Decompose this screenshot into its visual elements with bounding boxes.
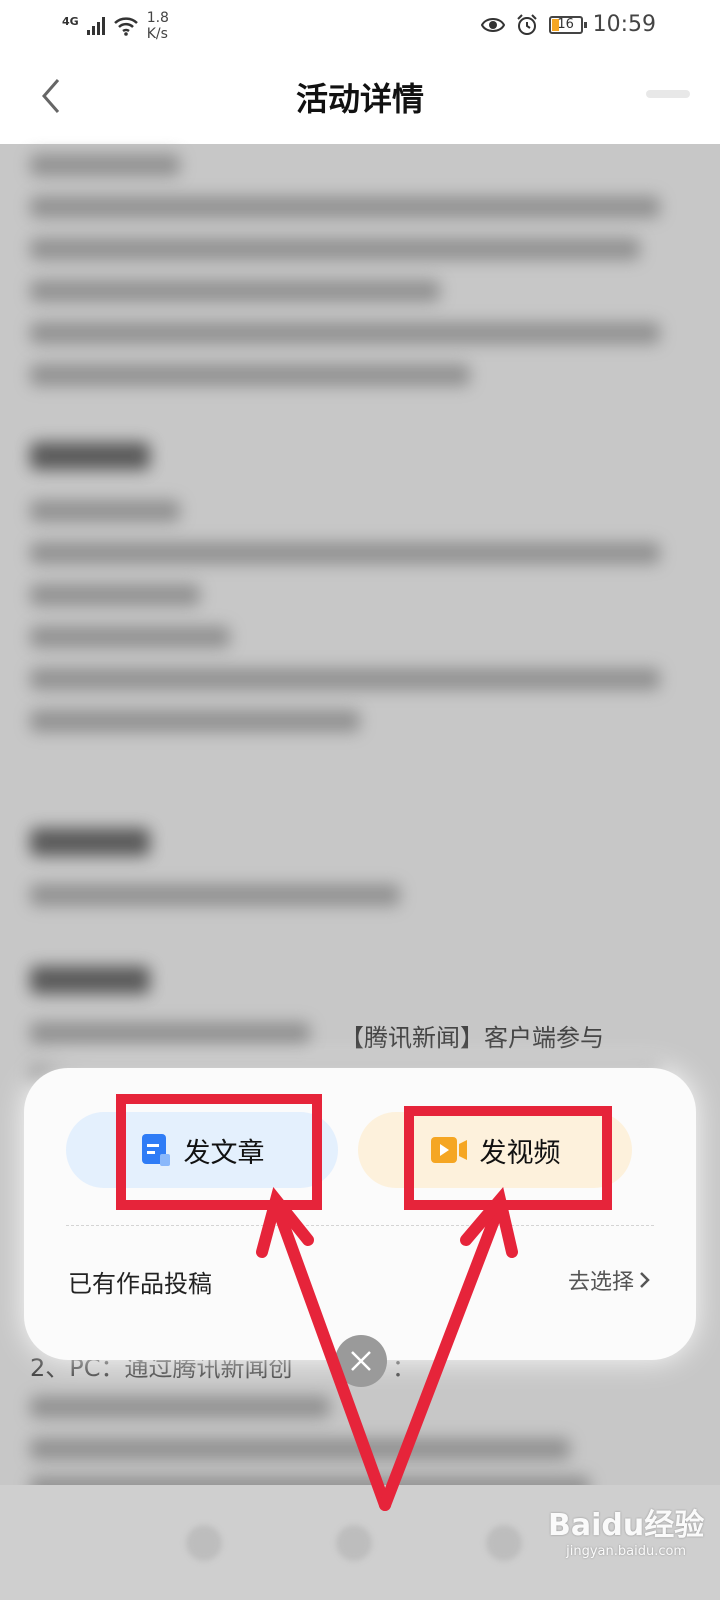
nav-recents-icon[interactable] [486, 1525, 522, 1561]
speed-unit: K/s [146, 26, 168, 42]
highlight-box-video [404, 1106, 612, 1210]
nav-back-icon[interactable] [186, 1525, 222, 1561]
close-popup-button[interactable] [335, 1335, 387, 1387]
watermark-brand: Baidu经验 [548, 1508, 705, 1543]
battery-level: 16 [557, 17, 574, 32]
existing-works-label: 已有作品投稿 [68, 1270, 212, 1298]
speed-value: 1.8 [146, 10, 169, 26]
page-title: 活动详情 [295, 80, 424, 118]
battery-icon: 16 [548, 15, 587, 34]
chevron-right-icon [640, 1272, 650, 1288]
signal-icon [86, 17, 105, 35]
app-header: 活动详情 [0, 52, 720, 144]
status-right: 16 10:59 [480, 12, 656, 37]
content-visible-line-1: 【腾讯新闻】客户端参与 [340, 1024, 604, 1052]
highlight-box-article [116, 1094, 322, 1210]
eye-icon [480, 17, 505, 32]
close-icon [351, 1351, 371, 1371]
network-type: 4G [62, 14, 79, 28]
watermark-url: jingyan.baidu.com [566, 1544, 687, 1559]
wifi-icon [113, 17, 138, 36]
choose-link[interactable]: 去选择 [568, 1264, 652, 1296]
divider [66, 1225, 654, 1226]
baidu-watermark: Baidu经验 jingyan.baidu.com [548, 1500, 704, 1559]
more-menu-icon[interactable] [646, 90, 690, 98]
nav-home-icon[interactable] [336, 1525, 372, 1561]
status-bar: 4G 1.8 K/s 16 10:59 [0, 0, 720, 52]
network-speed: 1.8 K/s [147, 10, 169, 42]
choose-label: 去选择 [567, 1270, 634, 1295]
status-left: 4G 1.8 K/s [62, 10, 169, 42]
alarm-icon [516, 13, 537, 35]
clock: 10:59 [592, 12, 656, 37]
